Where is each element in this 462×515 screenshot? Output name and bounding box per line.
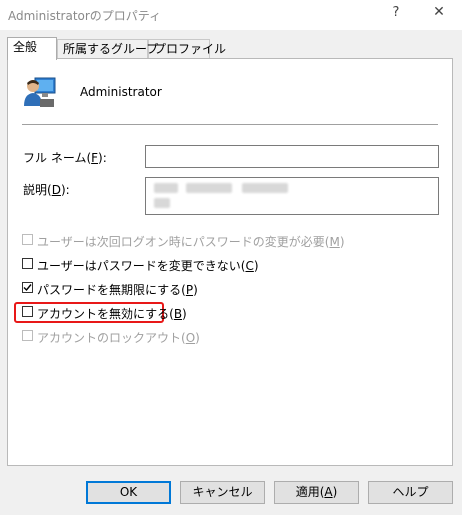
checkbox[interactable]: [22, 234, 33, 245]
user-name: Administrator: [80, 85, 162, 99]
full-name-input[interactable]: [145, 145, 439, 168]
user-avatar-icon: [24, 77, 56, 107]
description-input[interactable]: [145, 177, 439, 215]
help-button[interactable]: ヘルプ: [368, 481, 453, 504]
ok-button[interactable]: OK: [86, 481, 171, 504]
cancel-button[interactable]: キャンセル: [180, 481, 265, 504]
redacted-text: [154, 183, 178, 193]
help-icon[interactable]: ?: [388, 5, 404, 23]
tab-general[interactable]: 全般: [7, 37, 57, 60]
option-label: アカウントのロックアウト(O): [37, 331, 200, 345]
apply-button[interactable]: 適用(A): [274, 481, 359, 504]
close-icon[interactable]: ✕: [431, 4, 447, 22]
title-bar: Administratorのプロパティ ? ✕: [0, 0, 462, 30]
window-title: Administratorのプロパティ: [8, 9, 162, 23]
checkmark-icon: [23, 284, 32, 292]
checkbox[interactable]: [22, 282, 33, 293]
option-label: アカウントを無効にする(B): [37, 307, 187, 321]
checkbox[interactable]: [22, 306, 33, 317]
redacted-text: [186, 183, 232, 193]
description-label: 説明(D):: [23, 183, 70, 197]
divider: [22, 124, 438, 125]
redacted-text: [154, 198, 170, 208]
redacted-text: [242, 183, 288, 193]
option-label: ユーザーはパスワードを変更できない(C): [37, 259, 259, 273]
tab-member-of[interactable]: 所属するグループ: [57, 39, 158, 58]
option-label: ユーザーは次回ログオン時にパスワードの変更が必要(M): [37, 235, 345, 249]
full-name-label: フル ネーム(F):: [23, 151, 107, 165]
checkbox[interactable]: [22, 258, 33, 269]
option-label: パスワードを無期限にする(P): [37, 283, 198, 297]
checkbox[interactable]: [22, 330, 33, 341]
